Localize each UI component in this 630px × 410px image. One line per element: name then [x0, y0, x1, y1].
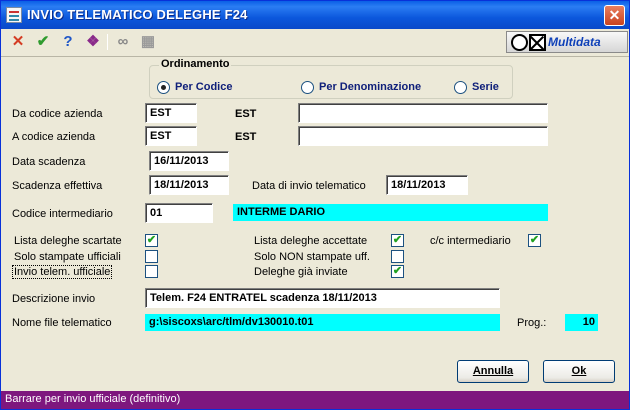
radio-per-denominazione-label[interactable]: Per Denominazione [319, 81, 421, 93]
codice-intermediario-input[interactable]: 01 [145, 203, 213, 223]
da-codice-azienda-name-field [298, 103, 548, 123]
close-button[interactable]: ✕ [604, 5, 625, 26]
descrizione-invio-input[interactable]: Telem. F24 ENTRATEL scadenza 18/11/2013 [145, 288, 500, 308]
annulla-button-label: Annulla [472, 365, 514, 377]
solo-non-stampate-label: Solo NON stampate uff. [254, 251, 370, 263]
cc-intermediario-checkbox[interactable]: ✔ [528, 234, 541, 247]
nome-file-telematico-value: g:\siscoxs\arc/tlm/dv130010.t01 [145, 314, 500, 331]
prog-label: Prog.: [517, 317, 547, 329]
invio-telem-ufficiale-checkbox[interactable] [145, 265, 158, 278]
a-codice-azienda-input[interactable]: EST [145, 126, 197, 146]
codice-intermediario-label: Codice intermediario [12, 208, 113, 220]
a-codice-azienda-label: A codice azienda [12, 131, 96, 143]
brand-name: Multidata [548, 35, 601, 49]
radio-per-denominazione[interactable] [301, 81, 314, 94]
radio-per-codice[interactable] [157, 81, 170, 94]
lista-deleghe-accettate-label: Lista deleghe accettate [254, 235, 368, 247]
data-invio-telematico-label: Data di invio telematico [252, 180, 366, 192]
lista-deleghe-accettate-checkbox[interactable]: ✔ [391, 234, 404, 247]
confirm-icon[interactable]: ✔ [34, 33, 52, 51]
ok-button[interactable]: Ok [543, 360, 615, 383]
da-codice-azienda-input[interactable]: EST [145, 103, 197, 123]
prog-value: 10 [565, 314, 598, 331]
scadenza-effettiva-input[interactable]: 18/11/2013 [149, 175, 229, 195]
data-scadenza-input[interactable]: 16/11/2013 [149, 151, 229, 171]
title-bar[interactable]: INVIO TELEMATICO DELEGHE F24 ✕ [1, 1, 629, 29]
window-title: INVIO TELEMATICO DELEGHE F24 [27, 7, 248, 22]
ok-button-label: Ok [571, 365, 587, 377]
ordinamento-title: Ordinamento [159, 58, 232, 70]
lista-deleghe-scartate-label: Lista deleghe scartate [14, 235, 122, 247]
annulla-button[interactable]: Annulla [457, 360, 529, 383]
binoculars-icon[interactable]: ∞ [114, 33, 132, 51]
dialog-window: INVIO TELEMATICO DELEGHE F24 ✕ ✕ ✔ ? ❖ ∞… [0, 0, 630, 410]
data-invio-telematico-input[interactable]: 18/11/2013 [386, 175, 468, 195]
status-bar: Barrare per invio ufficiale (definitivo) [1, 391, 629, 409]
brand-cross-box-icon [529, 34, 546, 51]
toolbar-separator [107, 34, 108, 50]
cc-intermediario-label: c/c intermediario [430, 235, 511, 247]
calculator-icon[interactable]: ▦ [139, 33, 157, 51]
deleghe-gia-inviate-checkbox[interactable]: ✔ [391, 265, 404, 278]
data-scadenza-label: Data scadenza [12, 156, 86, 168]
da-codice-azienda-label: Da codice azienda [12, 108, 103, 120]
da-codice-azienda-desc: EST [235, 108, 257, 120]
app-icon [6, 7, 22, 23]
nome-file-telematico-label: Nome file telematico [12, 317, 112, 329]
radio-serie-label[interactable]: Serie [472, 81, 499, 93]
help-icon[interactable]: ? [59, 33, 77, 51]
intermediario-name: INTERME DARIO [233, 204, 548, 221]
brand-circle-icon [511, 34, 528, 51]
scadenza-effettiva-label: Scadenza effettiva [12, 180, 103, 192]
solo-stampate-ufficiali-checkbox[interactable] [145, 250, 158, 263]
solo-non-stampate-checkbox[interactable] [391, 250, 404, 263]
toolbar: ✕ ✔ ? ❖ ∞ ▦ Multidata [1, 29, 629, 57]
invio-telem-ufficiale-label: Invio telem. ufficiale [12, 265, 113, 279]
descrizione-invio-label: Descrizione invio [12, 293, 96, 305]
a-codice-azienda-desc: EST [235, 131, 257, 143]
book-icon[interactable]: ❖ [84, 33, 102, 51]
solo-stampate-ufficiali-label: Solo stampate ufficiali [14, 251, 121, 263]
a-codice-azienda-name-field [298, 126, 548, 146]
lista-deleghe-scartate-checkbox[interactable]: ✔ [145, 234, 158, 247]
cancel-icon[interactable]: ✕ [9, 33, 27, 51]
radio-serie[interactable] [454, 81, 467, 94]
radio-per-codice-label[interactable]: Per Codice [175, 81, 232, 93]
deleghe-gia-inviate-label: Deleghe già inviate [254, 266, 348, 278]
brand-logo: Multidata [506, 31, 628, 53]
